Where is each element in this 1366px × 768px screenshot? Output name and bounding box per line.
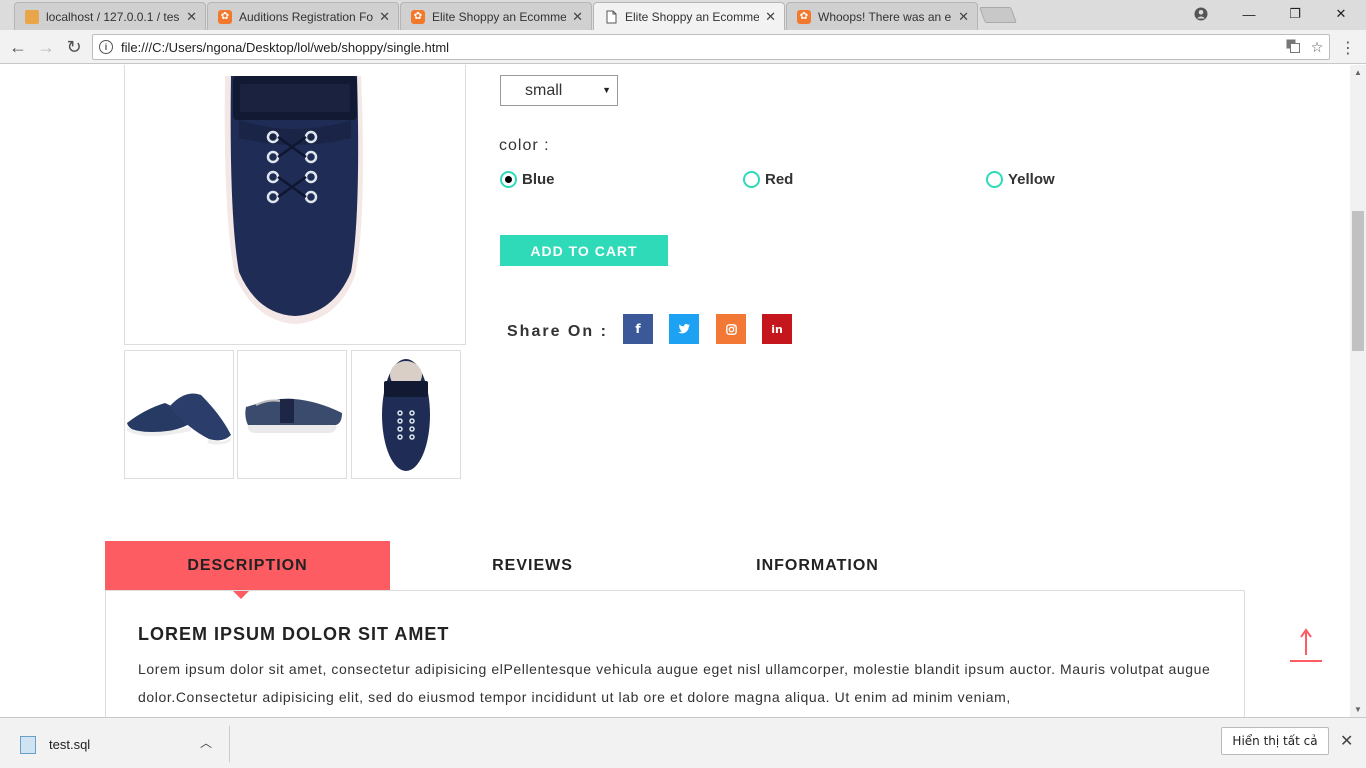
- product-thumbnail-3[interactable]: [351, 350, 461, 479]
- size-select[interactable]: small ▼: [500, 75, 618, 106]
- color-option-label: Yellow: [1008, 171, 1055, 188]
- tab-title: Elite Shoppy an Ecomme: [432, 9, 567, 24]
- back-icon[interactable]: ←: [6, 35, 30, 59]
- browser-menu-icon[interactable]: ⋮: [1340, 38, 1356, 58]
- instagram-icon[interactable]: [716, 314, 746, 344]
- close-download-bar-icon[interactable]: ✕: [1340, 731, 1353, 751]
- page-scrollbar[interactable]: ▲ ▼: [1350, 65, 1366, 717]
- color-option-label: Blue: [522, 171, 555, 188]
- facebook-icon[interactable]: f: [623, 314, 653, 344]
- xampp-icon: ✿: [797, 9, 811, 24]
- browser-tab-elite-shoppy-active[interactable]: Elite Shoppy an Ecomme ✕: [593, 2, 785, 31]
- forward-icon[interactable]: →: [34, 35, 58, 59]
- file-icon: [20, 736, 36, 754]
- color-radio-blue[interactable]: Blue: [500, 171, 555, 188]
- download-file-name[interactable]: test.sql: [49, 737, 90, 752]
- chevron-down-icon: ▼: [602, 85, 611, 95]
- translate-icon[interactable]: [1281, 39, 1305, 56]
- xampp-icon: ✿: [411, 9, 425, 24]
- browser-tab-auditions[interactable]: ✿ Auditions Registration Fo ✕: [207, 2, 399, 30]
- address-bar[interactable]: i file:///C:/Users/ngona/Desktop/lol/web…: [92, 34, 1330, 60]
- tab-title: Auditions Registration Fo: [239, 9, 374, 24]
- share-label: Share On :: [507, 323, 608, 340]
- tab-description[interactable]: DESCRIPTION: [105, 541, 390, 599]
- download-item[interactable]: test.sql ︿: [0, 726, 230, 762]
- scroll-down-icon[interactable]: ▼: [1354, 705, 1362, 714]
- scrollbar-thumb[interactable]: [1352, 211, 1364, 351]
- product-details-tabs: DESCRIPTION REVIEWS INFORMATION: [105, 541, 1245, 599]
- panel-text: Lorem ipsum dolor sit amet, consectetur …: [138, 661, 1211, 705]
- info-icon[interactable]: i: [99, 40, 113, 54]
- color-radio-yellow[interactable]: Yellow: [986, 171, 1055, 188]
- browser-tab-phpmyadmin[interactable]: localhost / 127.0.0.1 / tes ✕: [14, 2, 206, 30]
- bookmark-star-icon[interactable]: ☆: [1305, 39, 1329, 56]
- document-icon: [604, 10, 618, 24]
- radio-unchecked-icon[interactable]: [743, 171, 760, 188]
- browser-tab-strip: localhost / 127.0.0.1 / tes ✕ ✿ Audition…: [0, 0, 1366, 31]
- radio-unchecked-icon[interactable]: [986, 171, 1003, 188]
- tab-reviews[interactable]: REVIEWS: [390, 541, 675, 591]
- color-radio-red[interactable]: Red: [743, 171, 793, 188]
- url-text[interactable]: file:///C:/Users/ngona/Desktop/lol/web/s…: [121, 40, 1281, 55]
- panel-title: LOREM IPSUM DOLOR SIT AMET: [138, 624, 450, 644]
- browser-tab-elite-shoppy-1[interactable]: ✿ Elite Shoppy an Ecomme ✕: [400, 2, 592, 30]
- color-option-label: Red: [765, 171, 794, 188]
- phpmyadmin-icon: [25, 9, 39, 24]
- new-tab-button[interactable]: [979, 7, 1017, 23]
- product-main-image: [124, 65, 466, 345]
- twitter-icon[interactable]: [669, 314, 699, 344]
- reload-icon[interactable]: ↻: [62, 35, 86, 59]
- scroll-up-icon[interactable]: ▲: [1354, 68, 1362, 77]
- radio-checked-icon[interactable]: [500, 171, 517, 188]
- size-select-value: small: [525, 81, 563, 99]
- close-window-icon[interactable]: ✕: [1318, 0, 1364, 28]
- show-all-downloads-button[interactable]: Hiển thị tất cả: [1221, 727, 1329, 755]
- close-tab-icon[interactable]: ✕: [379, 9, 390, 25]
- description-panel: LOREM IPSUM DOLOR SIT AMET Lorem ipsum d…: [105, 590, 1245, 717]
- chevron-up-icon[interactable]: ︿: [200, 734, 212, 751]
- download-bar: test.sql ︿ Hiển thị tất cả ✕: [0, 717, 1366, 768]
- color-label: color :: [499, 137, 550, 154]
- browser-tab-whoops[interactable]: ✿ Whoops! There was an e ✕: [786, 2, 978, 30]
- profile-icon[interactable]: [1178, 0, 1224, 28]
- add-to-cart-button[interactable]: ADD TO CART: [500, 235, 668, 266]
- tab-title: localhost / 127.0.0.1 / tes: [46, 9, 180, 24]
- close-tab-icon[interactable]: ✕: [958, 9, 969, 25]
- linkedin-icon[interactable]: in: [762, 314, 792, 344]
- xampp-icon: ✿: [218, 9, 232, 24]
- product-thumbnail-2[interactable]: [237, 350, 347, 479]
- close-tab-icon[interactable]: ✕: [186, 9, 197, 25]
- minimize-icon[interactable]: —: [1226, 0, 1272, 28]
- close-tab-icon[interactable]: ✕: [572, 9, 583, 25]
- back-to-top-icon[interactable]: [1288, 627, 1324, 665]
- browser-toolbar: ← → ↻ i file:///C:/Users/ngona/Desktop/l…: [0, 30, 1366, 64]
- tab-title: Elite Shoppy an Ecomme: [625, 10, 760, 24]
- product-thumbnail-1[interactable]: [124, 350, 234, 479]
- close-tab-icon[interactable]: ✕: [765, 9, 776, 25]
- restore-icon[interactable]: ❐: [1272, 0, 1318, 28]
- tab-information[interactable]: INFORMATION: [675, 541, 960, 591]
- tab-title: Whoops! There was an e: [818, 9, 952, 24]
- page-viewport: small ▼ color : Blue Red Yellow ADD TO C…: [0, 65, 1350, 717]
